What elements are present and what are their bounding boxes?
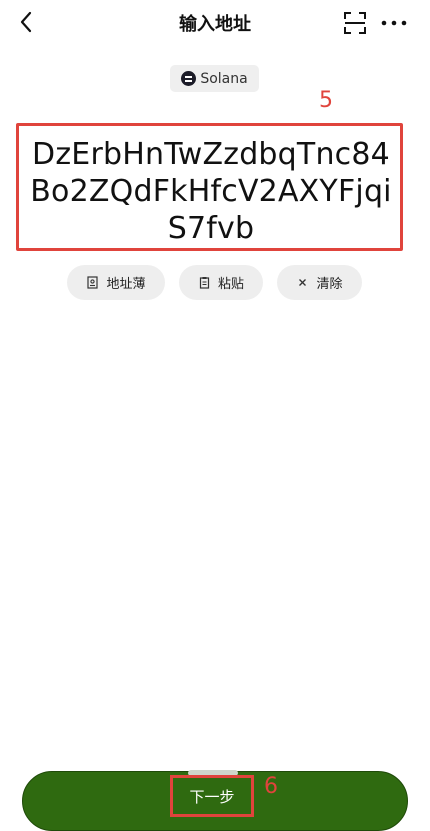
paste-icon <box>199 277 210 289</box>
close-icon <box>299 279 307 286</box>
address-input[interactable]: DzErbHnTwZzdbqTnc84Bo2ZQdFkHfcV2AXYFjqiS… <box>22 136 400 247</box>
clear-button[interactable]: 清除 <box>277 265 362 300</box>
paste-label: 粘贴 <box>217 277 244 292</box>
top-bar: 输入地址 <box>0 0 430 46</box>
network-chip: Solana <box>170 65 259 92</box>
clear-label: 清除 <box>316 277 343 292</box>
paste-button[interactable]: 粘贴 <box>179 265 263 300</box>
annotation-marker-5: 5 <box>319 88 333 113</box>
scan-icon[interactable] <box>343 11 367 35</box>
address-book-icon <box>87 276 99 289</box>
next-highlight-box <box>170 775 254 817</box>
solana-logo-icon <box>181 71 197 86</box>
address-book-button[interactable]: 地址薄 <box>67 265 165 300</box>
address-actions: 地址薄 粘贴 清除 <box>0 265 430 300</box>
network-name: Solana <box>200 70 248 87</box>
annotation-marker-6: 6 <box>264 774 278 799</box>
address-book-label: 地址薄 <box>106 277 146 292</box>
more-icon[interactable] <box>380 11 408 35</box>
